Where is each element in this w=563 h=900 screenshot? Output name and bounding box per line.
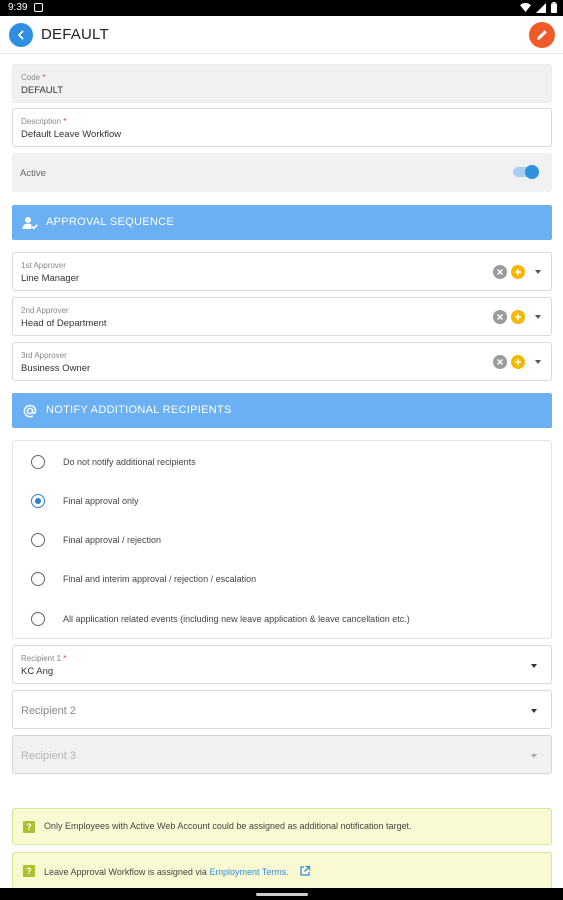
- wifi-icon: [520, 3, 531, 12]
- pencil-icon: [537, 30, 547, 40]
- help-icon: ?: [23, 865, 35, 877]
- signal-icon: [536, 2, 546, 13]
- chevron-left-icon: [18, 30, 24, 40]
- notify-option[interactable]: Final and interim approval / rejection /…: [13, 569, 551, 589]
- approver-3-label: 3rd Approver: [21, 351, 67, 360]
- notify-options-group: Do not notify additional recipients Fina…: [12, 440, 552, 639]
- description-value: Default Leave Workflow: [21, 129, 122, 140]
- radio-button[interactable]: [31, 455, 45, 469]
- notify-option[interactable]: Final approval / rejection: [13, 530, 551, 550]
- clear-icon[interactable]: [493, 265, 507, 279]
- info-note: ? Leave Approval Workflow is assigned vi…: [12, 852, 552, 889]
- radio-button[interactable]: [31, 533, 45, 547]
- code-value: DEFAULT: [21, 85, 64, 96]
- approver-2-actions: [493, 310, 541, 324]
- radio-button[interactable]: [31, 494, 45, 508]
- notify-recipients-title: NOTIFY ADDITIONAL RECIPIENTS: [46, 404, 232, 416]
- recipient-1-field[interactable]: Recipient 1 * KC Ang: [12, 645, 552, 684]
- notify-option[interactable]: Final approval only: [13, 491, 551, 511]
- required-mark: *: [42, 73, 46, 82]
- approver-2-value: Head of Department: [21, 318, 107, 329]
- notify-recipients-header: NOTIFY ADDITIONAL RECIPIENTS: [12, 393, 552, 428]
- system-nav-bar: [0, 888, 563, 900]
- approver-3-actions: [493, 355, 541, 369]
- approver-1-actions: [493, 265, 541, 279]
- radio-button[interactable]: [31, 612, 45, 626]
- help-icon: ?: [23, 821, 35, 833]
- approval-sequence-title: APPROVAL SEQUENCE: [46, 216, 174, 228]
- code-field: Code * DEFAULT: [12, 64, 552, 103]
- approver-1-field[interactable]: 1st Approver Line Manager: [12, 252, 552, 291]
- recipient-1-label: Recipient 1: [21, 654, 62, 663]
- notify-option-label: Final and interim approval / rejection /…: [63, 574, 257, 584]
- active-label: Active: [20, 168, 46, 179]
- required-mark: *: [63, 654, 67, 663]
- clear-icon[interactable]: [493, 355, 507, 369]
- info-note-text: Only Employees with Active Web Account c…: [44, 821, 412, 831]
- chevron-down-icon[interactable]: [531, 664, 537, 668]
- chevron-down-icon: [531, 754, 537, 758]
- active-toggle[interactable]: [513, 165, 539, 179]
- approver-1-label: 1st Approver: [21, 261, 66, 270]
- description-field[interactable]: Description * Default Leave Workflow: [12, 108, 552, 147]
- home-gesture-handle[interactable]: [256, 893, 308, 896]
- radio-button[interactable]: [31, 572, 45, 586]
- recipient-2-field[interactable]: Recipient 2: [12, 690, 552, 729]
- chevron-down-icon[interactable]: [531, 709, 537, 713]
- battery-icon: [551, 2, 557, 13]
- status-time: 9:39: [8, 2, 28, 13]
- back-button[interactable]: [9, 23, 33, 47]
- app-bar: DEFAULT: [0, 16, 563, 54]
- info-note-text: Leave Approval Workflow is assigned via: [44, 867, 207, 877]
- edit-button[interactable]: [529, 22, 555, 48]
- notify-option[interactable]: All application related events (includin…: [13, 609, 551, 629]
- notify-option-label: Final approval only: [63, 496, 139, 506]
- system-icons: [520, 2, 557, 13]
- chevron-down-icon[interactable]: [535, 360, 541, 364]
- recipient-3-field: Recipient 3: [12, 735, 552, 774]
- approver-3-field[interactable]: 3rd Approver Business Owner: [12, 342, 552, 381]
- approver-1-value: Line Manager: [21, 273, 80, 284]
- add-icon[interactable]: [511, 265, 525, 279]
- approver-2-label: 2nd Approver: [21, 306, 69, 315]
- notification-icon: [34, 3, 43, 12]
- at-sign-icon: [23, 404, 37, 418]
- notify-option[interactable]: Do not notify additional recipients: [13, 452, 551, 472]
- person-check-icon: [22, 217, 38, 230]
- clear-icon[interactable]: [493, 310, 507, 324]
- notify-option-label: Final approval / rejection: [63, 535, 162, 545]
- active-row: Active: [12, 153, 552, 192]
- toggle-knob: [525, 165, 539, 179]
- add-icon[interactable]: [511, 310, 525, 324]
- recipient-1-value: KC Ang: [21, 666, 54, 677]
- notify-option-label: All application related events (includin…: [63, 614, 410, 624]
- chevron-down-icon[interactable]: [535, 315, 541, 319]
- approver-2-field[interactable]: 2nd Approver Head of Department: [12, 297, 552, 336]
- required-mark: *: [63, 117, 67, 126]
- recipient-2-placeholder: Recipient 2: [21, 705, 77, 717]
- approver-3-value: Business Owner: [21, 363, 91, 374]
- description-label: Description: [21, 117, 62, 126]
- notify-option-label: Do not notify additional recipients: [63, 457, 196, 467]
- recipient-3-placeholder: Recipient 3: [21, 750, 77, 762]
- employment-terms-link[interactable]: Employment Terms.: [209, 867, 288, 877]
- code-label: Code: [21, 73, 41, 82]
- page-title: DEFAULT: [41, 26, 109, 43]
- external-link-icon[interactable]: [299, 865, 311, 877]
- approval-sequence-header: APPROVAL SEQUENCE: [12, 205, 552, 240]
- info-note: ? Only Employees with Active Web Account…: [12, 808, 552, 845]
- chevron-down-icon[interactable]: [535, 270, 541, 274]
- add-icon[interactable]: [511, 355, 525, 369]
- status-bar: 9:39: [0, 0, 563, 16]
